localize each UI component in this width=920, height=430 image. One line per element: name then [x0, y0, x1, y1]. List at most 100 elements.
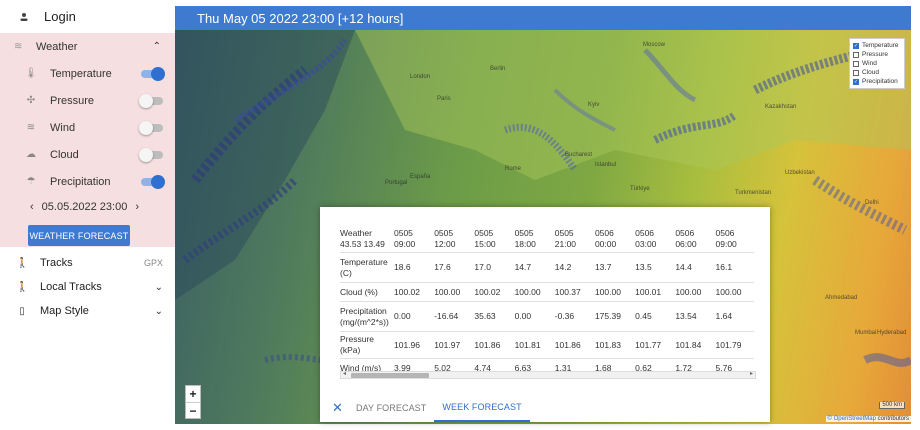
osm-link[interactable]: © OpenStreetMap [828, 416, 876, 422]
legend-item[interactable]: ✓ Precipitation [853, 77, 901, 86]
layer-legend: ✓ Temperature Pressure Wind Cloud ✓ Precipitat… [849, 38, 905, 89]
zoom-in-button[interactable]: + [186, 386, 200, 402]
scroll-left-icon[interactable]: ◂ [343, 370, 346, 377]
column-date: 0505 [434, 227, 454, 238]
layer-toggle[interactable] [139, 120, 163, 135]
map-place-label: Türkiye [630, 186, 650, 192]
chevron-right-icon[interactable]: › [135, 201, 139, 213]
layer-toggle[interactable] [141, 174, 165, 189]
column-header: 0505 18:00 [513, 228, 553, 250]
toggle-knob [151, 66, 165, 81]
column-time: 15:00 [474, 238, 496, 249]
layer-precipitation[interactable]: ☂ Precipitation [0, 168, 175, 195]
map-place-label: Mumbai [855, 330, 877, 336]
forecast-time-title: Thu May 05 2022 23:00 [+12 hours] [197, 10, 404, 26]
legend-item[interactable]: Cloud [853, 68, 901, 77]
map-attribution: © OpenStreetMap contributors [825, 416, 911, 422]
location-coords: 43.53 13.49 [340, 238, 385, 249]
column-date: 0506 [715, 227, 735, 238]
layer-cloud[interactable]: ☁ Cloud [0, 141, 175, 168]
layer-temperature[interactable]: 🌡 Temperature [0, 60, 175, 87]
map-place-label: Kyiv [588, 102, 600, 108]
map-place-label: Uzbekistan [785, 170, 815, 176]
layer-toggle[interactable] [139, 93, 163, 108]
table-cell: 13.5 [635, 262, 652, 272]
column-header: 0505 21:00 [553, 228, 593, 250]
map-place-label: Delhi [865, 200, 879, 206]
table-cell: 13.54 [675, 311, 697, 321]
legend-item[interactable]: Pressure [853, 50, 901, 59]
tracks-label: Tracks [40, 257, 73, 269]
column-header: 0506 09:00 [714, 228, 754, 250]
legend-item[interactable]: ✓ Temperature [853, 41, 901, 50]
column-header: 0506 00:00 [593, 228, 633, 250]
map-place-label: Istanbul [595, 162, 617, 168]
table-cell: 0.45 [635, 311, 652, 321]
checkbox[interactable] [853, 60, 859, 67]
table-cell: 16.1 [715, 262, 733, 272]
scroll-right-icon[interactable]: ▸ [750, 370, 753, 377]
sidebar-item-map-style[interactable]: ▯ Map Style ⌄ [0, 299, 175, 323]
table-cell: 101.79 [715, 339, 742, 350]
column-time: 18:00 [514, 238, 536, 249]
weather-forecast-button[interactable]: WEATHER FORECAST [28, 225, 130, 246]
login-button[interactable]: Login [0, 0, 175, 33]
weather-panel: ≋ Weather ⌃ 🌡 Temperature ✣ Pressure ≋ Wind ☁ C… [0, 33, 175, 247]
layer-label: Pressure [50, 94, 95, 107]
layer-toggle[interactable] [139, 147, 163, 162]
column-time: 00:00 [594, 238, 617, 249]
sidebar-item-tracks[interactable]: 🚶 Tracks GPX [0, 251, 175, 275]
table-cell: 101.96 [394, 339, 420, 350]
layer-label: Cloud [50, 148, 79, 161]
table-scrollbar[interactable]: ◂ ▸ [340, 371, 756, 379]
weather-section-header[interactable]: ≋ Weather ⌃ [0, 33, 175, 60]
layer-toggle[interactable] [141, 66, 165, 81]
map-place-label: Moscow [643, 42, 666, 48]
column-date: 0505 [474, 227, 494, 238]
table-cell: 14.7 [514, 262, 532, 272]
layer-label: Precipitation [50, 175, 111, 188]
column-time: 03:00 [635, 238, 657, 249]
table-cell: 0.00 [514, 311, 532, 321]
tab-week-forecast[interactable]: WEEK FORECAST [434, 394, 530, 422]
map-place-label: Ahmedabad [825, 295, 858, 301]
chevron-down-icon: ⌄ [154, 281, 163, 293]
scrollbar-thumb[interactable] [351, 373, 429, 378]
walking-icon: 🚶 [16, 257, 29, 269]
checkbox[interactable]: ✓ [853, 42, 859, 49]
row-label: Precipitation (mg/(m^2*s)) [340, 305, 389, 327]
tab-day-forecast[interactable]: DAY FORECAST [348, 394, 434, 422]
column-header: 0505 15:00 [472, 228, 512, 250]
cloud-icon: ☁ [26, 149, 36, 160]
column-date: 0505 [554, 227, 574, 238]
close-icon[interactable]: ✕ [332, 400, 348, 416]
forecast-panel: Weather 43.53 13.49 0505 09:00 0505 12:00 0505… [320, 207, 770, 422]
layer-label: Temperature [50, 67, 112, 80]
scale-bar: 500 km [879, 402, 905, 409]
table-cell: 101.83 [594, 339, 621, 350]
chevron-left-icon[interactable]: ‹ [30, 201, 34, 213]
legend-item[interactable]: Wind [853, 59, 901, 68]
table-cell: 101.81 [514, 339, 541, 350]
gpx-badge: GPX [143, 258, 163, 268]
thermometer-icon: 🌡 [24, 68, 38, 79]
sidebar-item-local-tracks[interactable]: 🚶 Local Tracks ⌄ [0, 275, 175, 299]
checkbox[interactable] [853, 51, 859, 58]
zoom-out-button[interactable]: − [186, 402, 200, 418]
column-header: 0505 12:00 [432, 228, 472, 250]
column-header: 0506 03:00 [633, 228, 673, 250]
wind-icon: ≋ [26, 122, 36, 133]
pressure-icon: ✣ [26, 95, 36, 106]
toggle-knob [151, 174, 165, 189]
toggle-knob [139, 93, 153, 108]
layer-wind[interactable]: ≋ Wind [0, 114, 175, 141]
layer-pressure[interactable]: ✣ Pressure [0, 87, 175, 114]
table-cell: 100.02 [474, 286, 501, 297]
checkbox[interactable]: ✓ [853, 78, 859, 85]
location-header: Weather 43.53 13.49 [340, 228, 392, 250]
user-icon [18, 12, 30, 22]
checkbox[interactable] [853, 69, 859, 76]
location-title: Weather [340, 227, 372, 238]
table-row: Precipitation (mg/(m^2*s)) 0.00 -16.64 35.6… [340, 302, 754, 332]
row-label: Cloud (%) [340, 286, 378, 297]
